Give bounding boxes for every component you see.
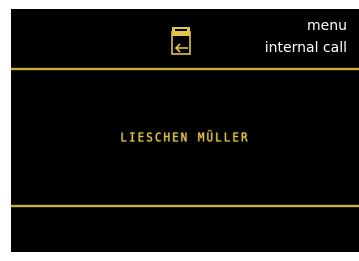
- screen: menu internal call LIESCHEN MÜLLER: [0, 0, 359, 261]
- intercom-display: menu internal call LIESCHEN MÜLLER: [11, 9, 359, 252]
- door-phone-incoming-icon: [171, 27, 191, 55]
- internal-call-softkey[interactable]: internal call: [265, 40, 347, 56]
- menu-softkey[interactable]: menu: [307, 18, 347, 34]
- footer-divider: [11, 205, 359, 207]
- caller-name: LIESCHEN MÜLLER: [120, 130, 250, 145]
- header-divider: [11, 68, 359, 70]
- display-header: menu internal call: [11, 9, 359, 66]
